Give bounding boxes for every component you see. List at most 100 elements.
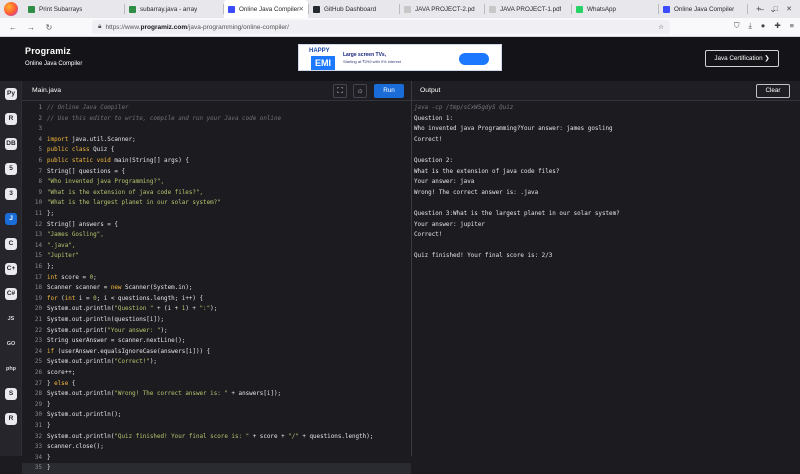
firefox-menu-icon[interactable] [4,2,18,16]
url-bar[interactable]: 🔒︎ https://www. programiz.com /java-prog… [92,20,670,34]
code-token: "Quiz finished! Your final score is: " [114,433,250,440]
code-token: Quiz { [89,147,115,154]
file-tab-main-java[interactable]: Main.java [28,81,65,101]
bookmark-star-icon[interactable]: ☆ [658,23,664,31]
sidebar-java-icon[interactable]: J [5,213,17,225]
menu-icon[interactable]: ≡ [790,21,794,31]
browser-tab[interactable]: Print Subarrays [24,0,124,18]
output-console[interactable]: java -cp /tmp/sCxW5gdyS Quiz Question 1: W… [412,101,800,456]
code-line: 18 Scanner scanner = new Scanner(System.i… [22,283,411,294]
url-domain: programiz.com [140,23,188,31]
sidebar-swift-icon[interactable]: S [5,388,17,400]
code-token: System.out.println( [47,359,115,366]
sidebar-rust-icon[interactable]: R [5,413,17,425]
browser-tab[interactable]: Online Java Compiler [659,0,747,18]
sidebar-cpp-icon[interactable]: C+ [5,263,17,275]
fullscreen-icon[interactable]: ⛶ [333,84,347,98]
browser-tab[interactable]: GitHub Dashboard [309,0,399,18]
tab-label: WhatsApp [587,5,617,13]
sidebar-python-icon[interactable]: Py [5,88,17,100]
line-number: 24 [34,348,42,355]
code-line: 26 score++; [22,368,411,379]
code-token: "Wrong! The correct answer is: " [114,391,228,398]
line-number: 33 [34,444,42,451]
close-window-icon[interactable]: ✕ [786,5,792,13]
sidebar-sql-icon[interactable]: DB [5,138,17,150]
code-token: else [54,380,69,387]
code-token: System.out.println( [47,433,115,440]
browser-tab[interactable]: Online Java Compiler ✕ [224,0,308,18]
code-editor[interactable]: 1 // Online Java Compiler 2 // Use this edi… [22,101,411,474]
line-number: 14 [34,242,42,249]
code-token: int [64,295,76,302]
page-info-icon[interactable]: 🔒︎ [98,23,101,31]
code-token: } [47,401,51,408]
line-number: 29 [34,401,42,408]
code-token: java.util.Scanner; [68,136,136,143]
tab-close-icon[interactable]: ✕ [299,5,304,13]
code-text: System.out.println("Wrong! The correct a… [47,389,281,400]
maximize-icon[interactable]: □ [774,6,778,13]
code-token: ":" [199,306,211,313]
programiz-logo[interactable]: Programiz [25,46,71,56]
advertisement-banner[interactable]: HAPPY EMI Large screen TVs, Starting at … [298,44,502,71]
sidebar-php-icon[interactable]: php [5,363,17,375]
tab-label: Print Subarrays [39,5,83,13]
output-line: Wrong! The correct answer is: .java [414,189,539,196]
run-button[interactable]: Run [374,84,404,98]
account-icon[interactable]: ● [761,21,766,31]
code-text: String[] answers = { [47,220,118,231]
code-text: ".java", [47,241,75,252]
pocket-icon[interactable]: ⛉ [734,21,740,31]
line-number: 2 [38,115,42,122]
output-line: Question 2: [414,158,454,164]
tab-label: GitHub Dashboard [324,5,377,13]
tab-label: Online Java Compiler [674,5,735,13]
tab-label: JAVA PROJECT-2.pdf [415,5,475,13]
code-token: ".java", [47,242,76,249]
sidebar-r-icon[interactable]: R [5,113,17,125]
sidebar-js-icon[interactable]: JS [5,313,17,325]
sidebar-css-icon[interactable]: 3 [5,188,17,200]
minimize-icon[interactable]: – [760,5,764,14]
code-token: System.out.println(questions[i]); [47,317,165,323]
tab-favicon-icon [28,5,35,13]
browser-tab[interactable]: subarray.java - array [125,0,223,18]
line-number: 4 [38,136,42,143]
downloads-icon[interactable]: ⤓ [748,21,751,31]
browser-tab[interactable]: JAVA PROJECT-2.pdf [400,0,484,18]
code-token: "Question " [114,306,154,313]
sidebar-html-icon[interactable]: 5 [5,163,17,175]
sidebar-c-icon[interactable]: C [5,238,17,250]
url-path: /java-programming/online-compiler/ [187,23,289,31]
code-text: "Who invented java Programming?", [47,177,164,188]
extensions-icon[interactable]: ✚ [774,21,780,31]
output-line: Who invented java Programming?Your answe… [414,126,613,133]
code-text: int score = 0; [47,273,97,284]
code-line: 5 public class Quiz { [22,145,411,156]
theme-toggle-icon[interactable]: ☼ [353,84,367,98]
tab-favicon-icon [313,5,320,13]
sidebar-csharp-icon[interactable]: C# [5,288,17,300]
line-number: 16 [34,264,42,270]
clear-button[interactable]: Clear [756,84,790,98]
browser-tab[interactable]: WhatsApp [572,0,658,18]
browser-tab[interactable]: JAVA PROJECT-1.pdf [485,0,571,18]
code-text: } [47,463,51,474]
line-number: 35 [34,465,42,472]
sidebar-go-icon[interactable]: GO [5,338,17,350]
code-token: String[] questions = { [47,168,126,175]
code-token: i = [75,295,94,302]
code-line: 3 [22,124,411,135]
code-text: }; [47,262,54,273]
ad-cta-button[interactable] [459,53,489,65]
java-certification-button[interactable]: Java Certification ❯ [705,50,779,67]
line-number: 9 [38,189,42,196]
forward-icon[interactable]: → [26,23,36,32]
code-token: + questions.length); [298,433,374,440]
back-icon[interactable]: ← [8,23,18,32]
code-token: public [47,158,69,164]
reload-icon[interactable]: ↻ [44,23,54,32]
code-text: String userAnswer = scanner.nextLine(); [47,336,185,347]
code-line: 29} [22,400,411,411]
